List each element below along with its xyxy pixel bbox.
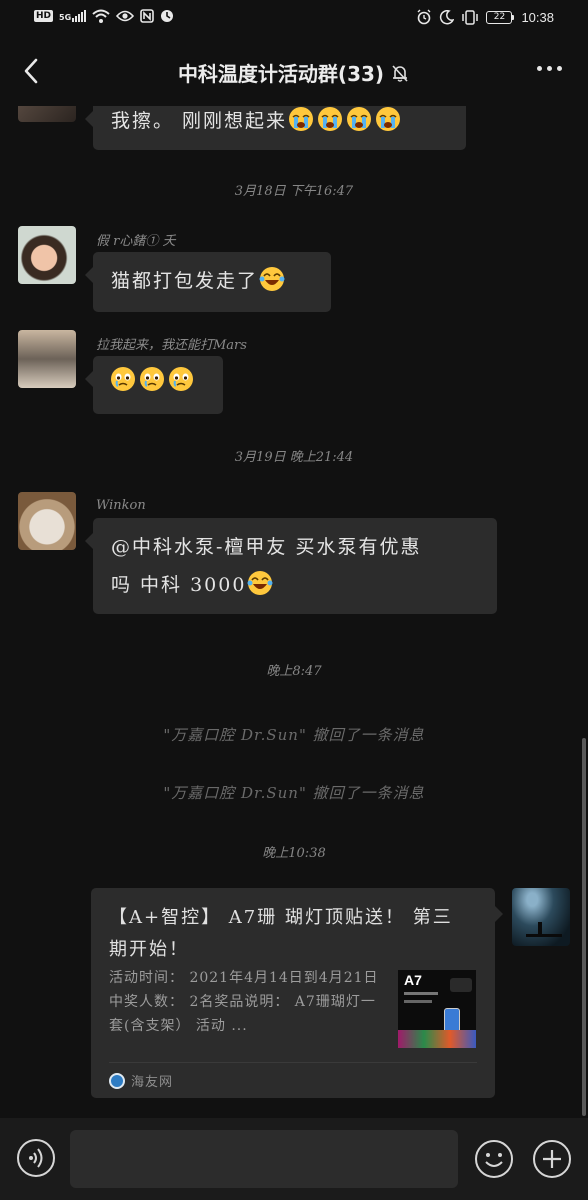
card-source: 海友网 (109, 1071, 173, 1090)
clock-time: 10:38 (521, 9, 554, 25)
timestamp: 3月19日 晚上21:44 (234, 450, 354, 465)
sender-name: 拉我起来，我还能打Mars (96, 338, 247, 353)
sender-name: Winkon (96, 498, 146, 513)
card-description: 活动时间： 2021年4月14日到4月21日中奖人数： 2名奖品说明： A7珊瑚… (109, 970, 379, 1034)
crying-emoji-row (287, 107, 403, 131)
more-button[interactable] (537, 66, 562, 71)
tearful-emoji-row (109, 367, 196, 391)
message-text-continued: 吗 中科 3000 (111, 574, 247, 596)
chat-title-area: 中科温度计活动群(33) (0, 58, 588, 88)
battery-level: 22 (493, 11, 506, 22)
tearful-emoji (140, 367, 164, 391)
message-input[interactable] (70, 1130, 458, 1188)
message-text: @中科水泵-檀甲友 买水泵有优惠 (111, 536, 422, 558)
network-type: 5G (59, 13, 72, 22)
message-text-line2: 吗 中科 3000 (111, 566, 479, 604)
voice-icon (29, 1148, 43, 1168)
crying-emoji (318, 107, 343, 131)
crying-emoji (347, 107, 372, 131)
plus-button[interactable] (532, 1139, 572, 1179)
emoji-button[interactable] (474, 1139, 514, 1179)
more-dots-icon (537, 66, 562, 71)
laugh-cry-emoji (259, 267, 285, 291)
wifi-icon (92, 9, 110, 23)
eye-icon (116, 10, 135, 22)
input-bar (0, 1118, 588, 1200)
avatar[interactable] (18, 226, 76, 284)
card-title: 【A+智控】 A7珊 瑚灯顶贴送！ 第三期开始！ (109, 907, 453, 960)
my-avatar[interactable] (512, 888, 570, 946)
scrollbar[interactable] (582, 738, 586, 1116)
laugh-cry-emoji (247, 571, 273, 595)
alarm-icon (417, 9, 431, 25)
message-text: 猫都打包发走了 (111, 270, 259, 292)
battery-icon: 22 (486, 10, 515, 24)
thumb-label: A7 (404, 972, 422, 988)
hd-icon: HD (34, 10, 54, 22)
crying-emoji (376, 107, 401, 131)
clock-icon (161, 10, 174, 22)
chat-header: 中科温度计活动群(33) (0, 36, 588, 106)
message-text: 我擦。 刚刚想起来 (111, 110, 288, 132)
timestamp: 3月18日 下午16:47 (234, 184, 354, 199)
signal-icon: 5G (59, 10, 87, 22)
status-bar: HD 5G 22 10:38 (0, 0, 588, 36)
card-thumbnail: A7 (398, 970, 476, 1048)
card-divider (109, 1062, 477, 1063)
timestamp: 晚上10:38 (262, 846, 326, 861)
sender-name: 假 r心鍺① 夭 (96, 234, 176, 249)
avatar[interactable] (18, 330, 76, 388)
voice-button[interactable] (17, 1139, 55, 1177)
timestamp: 晚上8:47 (266, 664, 322, 679)
tearful-emoji (111, 367, 135, 391)
message-list[interactable]: 我擦。 刚刚想起来 3月18日 下午16:47 假 r心鍺① 夭 猫都打包发走了… (0, 106, 588, 1118)
avatar[interactable] (18, 492, 76, 550)
tearful-emoji (169, 367, 193, 391)
message-bubble[interactable] (85, 356, 223, 414)
crying-emoji (289, 107, 314, 131)
nfc-icon (140, 9, 154, 23)
vibrate-icon (462, 9, 479, 25)
message-bubble[interactable]: 猫都打包发走了 (85, 252, 331, 312)
emoji-icon (475, 1140, 513, 1178)
link-card[interactable]: 【A+智控】 A7珊 瑚灯顶贴送！ 第三期开始！ 活动时间： 2021年4月14… (91, 888, 503, 1098)
avatar[interactable] (18, 106, 76, 122)
source-logo-icon (109, 1072, 125, 1089)
message-bubble[interactable]: 我擦。 刚刚想起来 (85, 106, 466, 150)
chat-title: 中科温度计活动群(33) (177, 62, 385, 86)
plus-icon (533, 1140, 571, 1178)
message-bubble[interactable]: @中科水泵-檀甲友 买水泵有优惠 吗 中科 3000 (85, 518, 497, 614)
source-name: 海友网 (131, 1075, 174, 1090)
recall-notice: "万嘉口腔 Dr.Sun" 撤回了一条消息 (163, 726, 425, 744)
moon-icon (440, 9, 455, 24)
recall-notice: "万嘉口腔 Dr.Sun" 撤回了一条消息 (163, 784, 425, 802)
bell-muted-icon (390, 63, 410, 88)
